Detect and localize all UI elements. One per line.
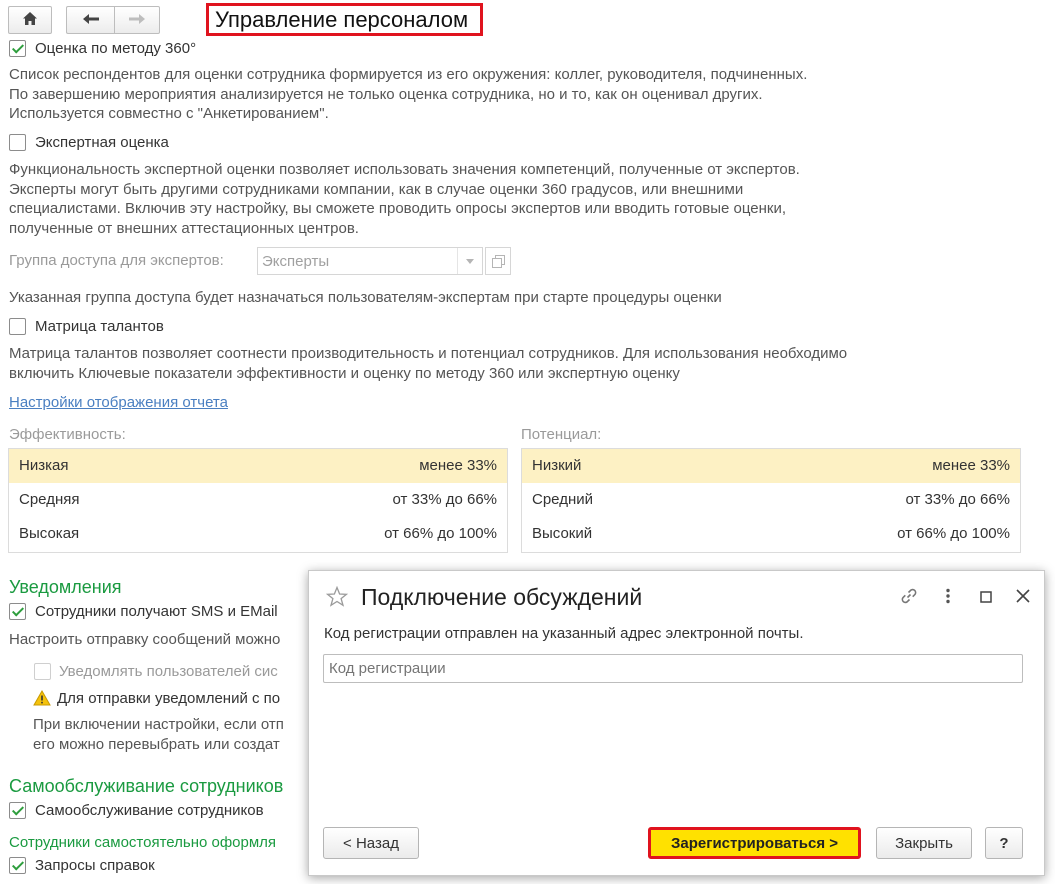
row-name: Высокая	[19, 525, 80, 542]
potential-row-high[interactable]: Высокий от 66% до 100%	[522, 517, 1020, 551]
notifications-heading: Уведомления	[9, 577, 122, 597]
talent-matrix-label: Матрица талантов	[35, 318, 164, 335]
row-name: Средний	[532, 491, 593, 508]
row-value: от 66% до 100%	[384, 525, 497, 542]
dialog-message: Код регистрации отправлен на указанный а…	[324, 625, 804, 642]
registration-code-input[interactable]	[323, 654, 1023, 683]
certificate-requests-checkbox[interactable]	[9, 857, 26, 874]
row-value: менее 33%	[932, 457, 1010, 474]
row-name: Высокий	[532, 525, 593, 542]
row-name: Средняя	[19, 491, 80, 508]
open-group-button[interactable]	[485, 247, 511, 275]
certificate-requests-label: Запросы справок	[35, 857, 155, 874]
row-value: от 33% до 66%	[392, 491, 497, 508]
notify-users-checkbox[interactable]	[34, 663, 51, 680]
expert-group-note: Указанная группа доступа будет назначать…	[9, 289, 722, 306]
chevron-down-icon[interactable]	[457, 248, 482, 274]
connect-discussions-dialog: Подключение обсуждений Код регистрации о…	[308, 570, 1045, 876]
warning-icon	[33, 689, 51, 710]
description-line: Список респондентов для оценки сотрудник…	[9, 66, 808, 83]
register-button[interactable]: Зарегистрироваться >	[648, 827, 861, 859]
row-value: от 33% до 66%	[905, 491, 1010, 508]
expert-group-label: Группа доступа для экспертов:	[9, 252, 224, 269]
star-icon[interactable]	[325, 585, 349, 611]
home-button[interactable]	[8, 6, 52, 34]
efficiency-title: Эффективность:	[9, 426, 126, 443]
description-line: полученные от внешних аттестационных цен…	[9, 219, 359, 237]
forward-button[interactable]	[114, 6, 160, 34]
self-service-checkbox[interactable]	[9, 802, 26, 819]
back-dialog-button[interactable]: < Назад	[323, 827, 419, 859]
arrow-left-icon	[82, 12, 100, 29]
row-name: Низкая	[19, 457, 69, 474]
description-line: Используется совместно с "Анкетированием…	[9, 105, 329, 122]
self-service-label: Самообслуживание сотрудников	[35, 802, 264, 819]
efficiency-row-low[interactable]: Низкая менее 33%	[9, 449, 507, 483]
row-value: от 66% до 100%	[897, 525, 1010, 542]
potential-row-low[interactable]: Низкий менее 33%	[522, 449, 1020, 483]
expert-description: Функциональность экспертной оценки позво…	[9, 160, 800, 238]
self-service-heading: Самообслуживание сотрудников	[9, 776, 284, 796]
description-line: специалистами. Включив эту настройку, вы…	[9, 200, 787, 217]
talent-matrix-description: Матрица талантов позволяет соотнести про…	[9, 344, 847, 383]
description-line: Матрица талантов позволяет соотнести про…	[9, 345, 848, 362]
description-line: включить Ключевые показатели эффективнос…	[9, 364, 680, 382]
close-icon[interactable]	[1016, 589, 1030, 607]
method360-checkbox[interactable]	[9, 40, 26, 57]
potential-title: Потенциал:	[521, 426, 602, 443]
home-icon	[22, 11, 38, 30]
talent-matrix-checkbox[interactable]	[9, 318, 26, 335]
messages-setup-text: Настроить отправку сообщений можно	[9, 631, 281, 648]
back-button[interactable]	[66, 6, 114, 34]
efficiency-scale: Низкая менее 33% Средняя от 33% до 66% В…	[8, 448, 508, 553]
description-line: Функциональность экспертной оценки позво…	[9, 161, 800, 178]
method360-label: Оценка по методу 360°	[35, 40, 197, 57]
expert-checkbox[interactable]	[9, 134, 26, 151]
description-line: Эксперты могут быть другими сотрудниками…	[9, 180, 744, 198]
potential-row-medium[interactable]: Средний от 33% до 66%	[522, 483, 1020, 517]
row-name: Низкий	[532, 457, 582, 474]
dialog-title: Подключение обсуждений	[361, 584, 643, 610]
method360-description: Список респондентов для оценки сотрудник…	[9, 65, 807, 124]
row-value: менее 33%	[419, 457, 497, 474]
window-title: Управление персоналом	[206, 3, 483, 36]
expert-group-value: Эксперты	[262, 253, 330, 270]
description-line: При включении настройки, если отп	[33, 716, 284, 733]
expert-label: Экспертная оценка	[35, 134, 169, 151]
potential-scale: Низкий менее 33% Средний от 33% до 66% В…	[521, 448, 1021, 553]
description-line: его можно перевыбрать или создат	[33, 735, 280, 753]
notify-users-label: Уведомлять пользователей сис	[59, 663, 278, 680]
report-settings-link[interactable]: Настройки отображения отчета	[9, 394, 228, 411]
link-icon[interactable]	[899, 586, 919, 610]
warning-text: Для отправки уведомлений с по	[57, 690, 281, 707]
maximize-icon[interactable]	[980, 590, 992, 607]
help-button[interactable]: ?	[985, 827, 1023, 859]
open-icon	[492, 255, 505, 272]
close-dialog-button[interactable]: Закрыть	[876, 827, 972, 859]
efficiency-row-high[interactable]: Высокая от 66% до 100%	[9, 517, 507, 551]
notifications-info: При включении настройки, если отп его мо…	[33, 715, 284, 754]
sms-email-label: Сотрудники получают SMS и EMail	[35, 603, 278, 620]
sms-email-checkbox[interactable]	[9, 603, 26, 620]
expert-group-select[interactable]: Эксперты	[257, 247, 483, 275]
arrow-right-icon	[128, 12, 146, 29]
description-line: По завершению мероприятия анализируется …	[9, 85, 763, 103]
more-vertical-icon[interactable]	[945, 588, 951, 608]
efficiency-row-medium[interactable]: Средняя от 33% до 66%	[9, 483, 507, 517]
self-service-info: Сотрудники самостоятельно оформля	[9, 834, 277, 851]
